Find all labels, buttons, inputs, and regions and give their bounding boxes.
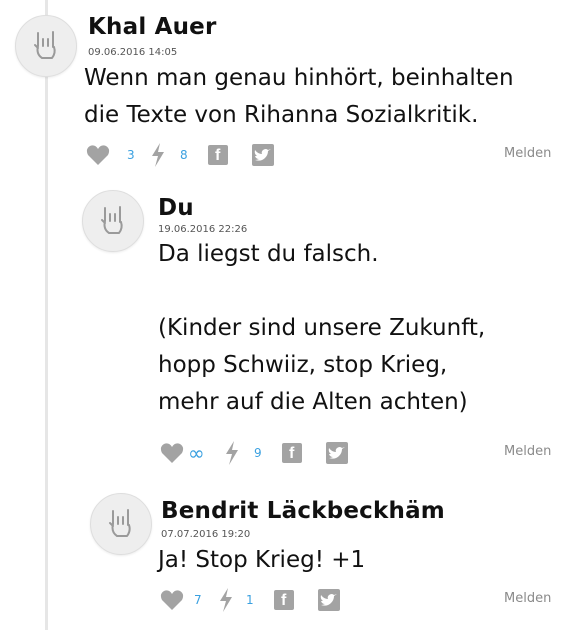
rock-hand-icon xyxy=(34,31,56,59)
comment-actions: 7 1 f xyxy=(160,587,560,613)
comment-author[interactable]: Du xyxy=(158,195,194,221)
comment-text: Wenn man genau hinhört, beinhalten die T… xyxy=(84,65,514,128)
comment-date: 19.06.2016 22:26 xyxy=(158,224,248,235)
like-button[interactable] xyxy=(160,440,184,466)
like-count: 3 xyxy=(127,148,135,162)
like-button[interactable] xyxy=(160,587,184,613)
comment-author[interactable]: Bendrit Läckbeckhäm xyxy=(161,498,445,524)
twitter-button[interactable] xyxy=(252,142,274,168)
facebook-icon: f xyxy=(274,590,294,610)
share-button[interactable] xyxy=(150,142,166,168)
rock-hand-icon xyxy=(109,509,131,537)
like-button[interactable] xyxy=(86,142,110,168)
avatar[interactable] xyxy=(90,493,152,555)
comment-date: 09.06.2016 14:05 xyxy=(88,47,178,58)
heart-icon xyxy=(160,590,184,610)
heart-icon xyxy=(160,443,184,463)
facebook-icon: f xyxy=(282,443,302,463)
lightning-icon xyxy=(226,441,238,465)
share-button[interactable] xyxy=(218,587,234,613)
report-link[interactable]: Melden xyxy=(504,444,551,459)
like-count: ∞ xyxy=(188,441,205,465)
facebook-icon: f xyxy=(208,145,228,165)
share-count: 1 xyxy=(246,593,254,607)
avatar[interactable] xyxy=(82,190,144,252)
twitter-button[interactable] xyxy=(326,440,348,466)
rock-hand-icon xyxy=(101,206,123,234)
lightning-icon xyxy=(152,143,164,167)
share-count: 8 xyxy=(180,148,188,162)
facebook-button[interactable]: f xyxy=(208,142,228,168)
comment-text: Da liegst du falsch. (Kinder sind unsere… xyxy=(158,241,486,415)
comment-actions: 3 8 f xyxy=(86,142,556,168)
avatar[interactable] xyxy=(15,15,77,77)
facebook-button[interactable]: f xyxy=(282,440,302,466)
report-link[interactable]: Melden xyxy=(504,146,551,161)
report-link[interactable]: Melden xyxy=(504,591,551,606)
comment-actions: ∞ 9 f xyxy=(160,440,560,466)
lightning-icon xyxy=(220,588,232,612)
heart-icon xyxy=(86,145,110,165)
share-button[interactable] xyxy=(224,440,240,466)
comment-author[interactable]: Khal Auer xyxy=(88,14,217,40)
twitter-icon xyxy=(326,442,348,464)
twitter-icon xyxy=(252,144,274,166)
thread-line xyxy=(45,0,48,630)
twitter-button[interactable] xyxy=(318,587,340,613)
comment-date: 07.07.2016 19:20 xyxy=(161,529,251,540)
facebook-button[interactable]: f xyxy=(274,587,294,613)
share-count: 9 xyxy=(254,446,262,460)
like-count: 7 xyxy=(194,593,202,607)
comment-text: Ja! Stop Krieg! +1 xyxy=(158,547,366,573)
twitter-icon xyxy=(318,589,340,611)
